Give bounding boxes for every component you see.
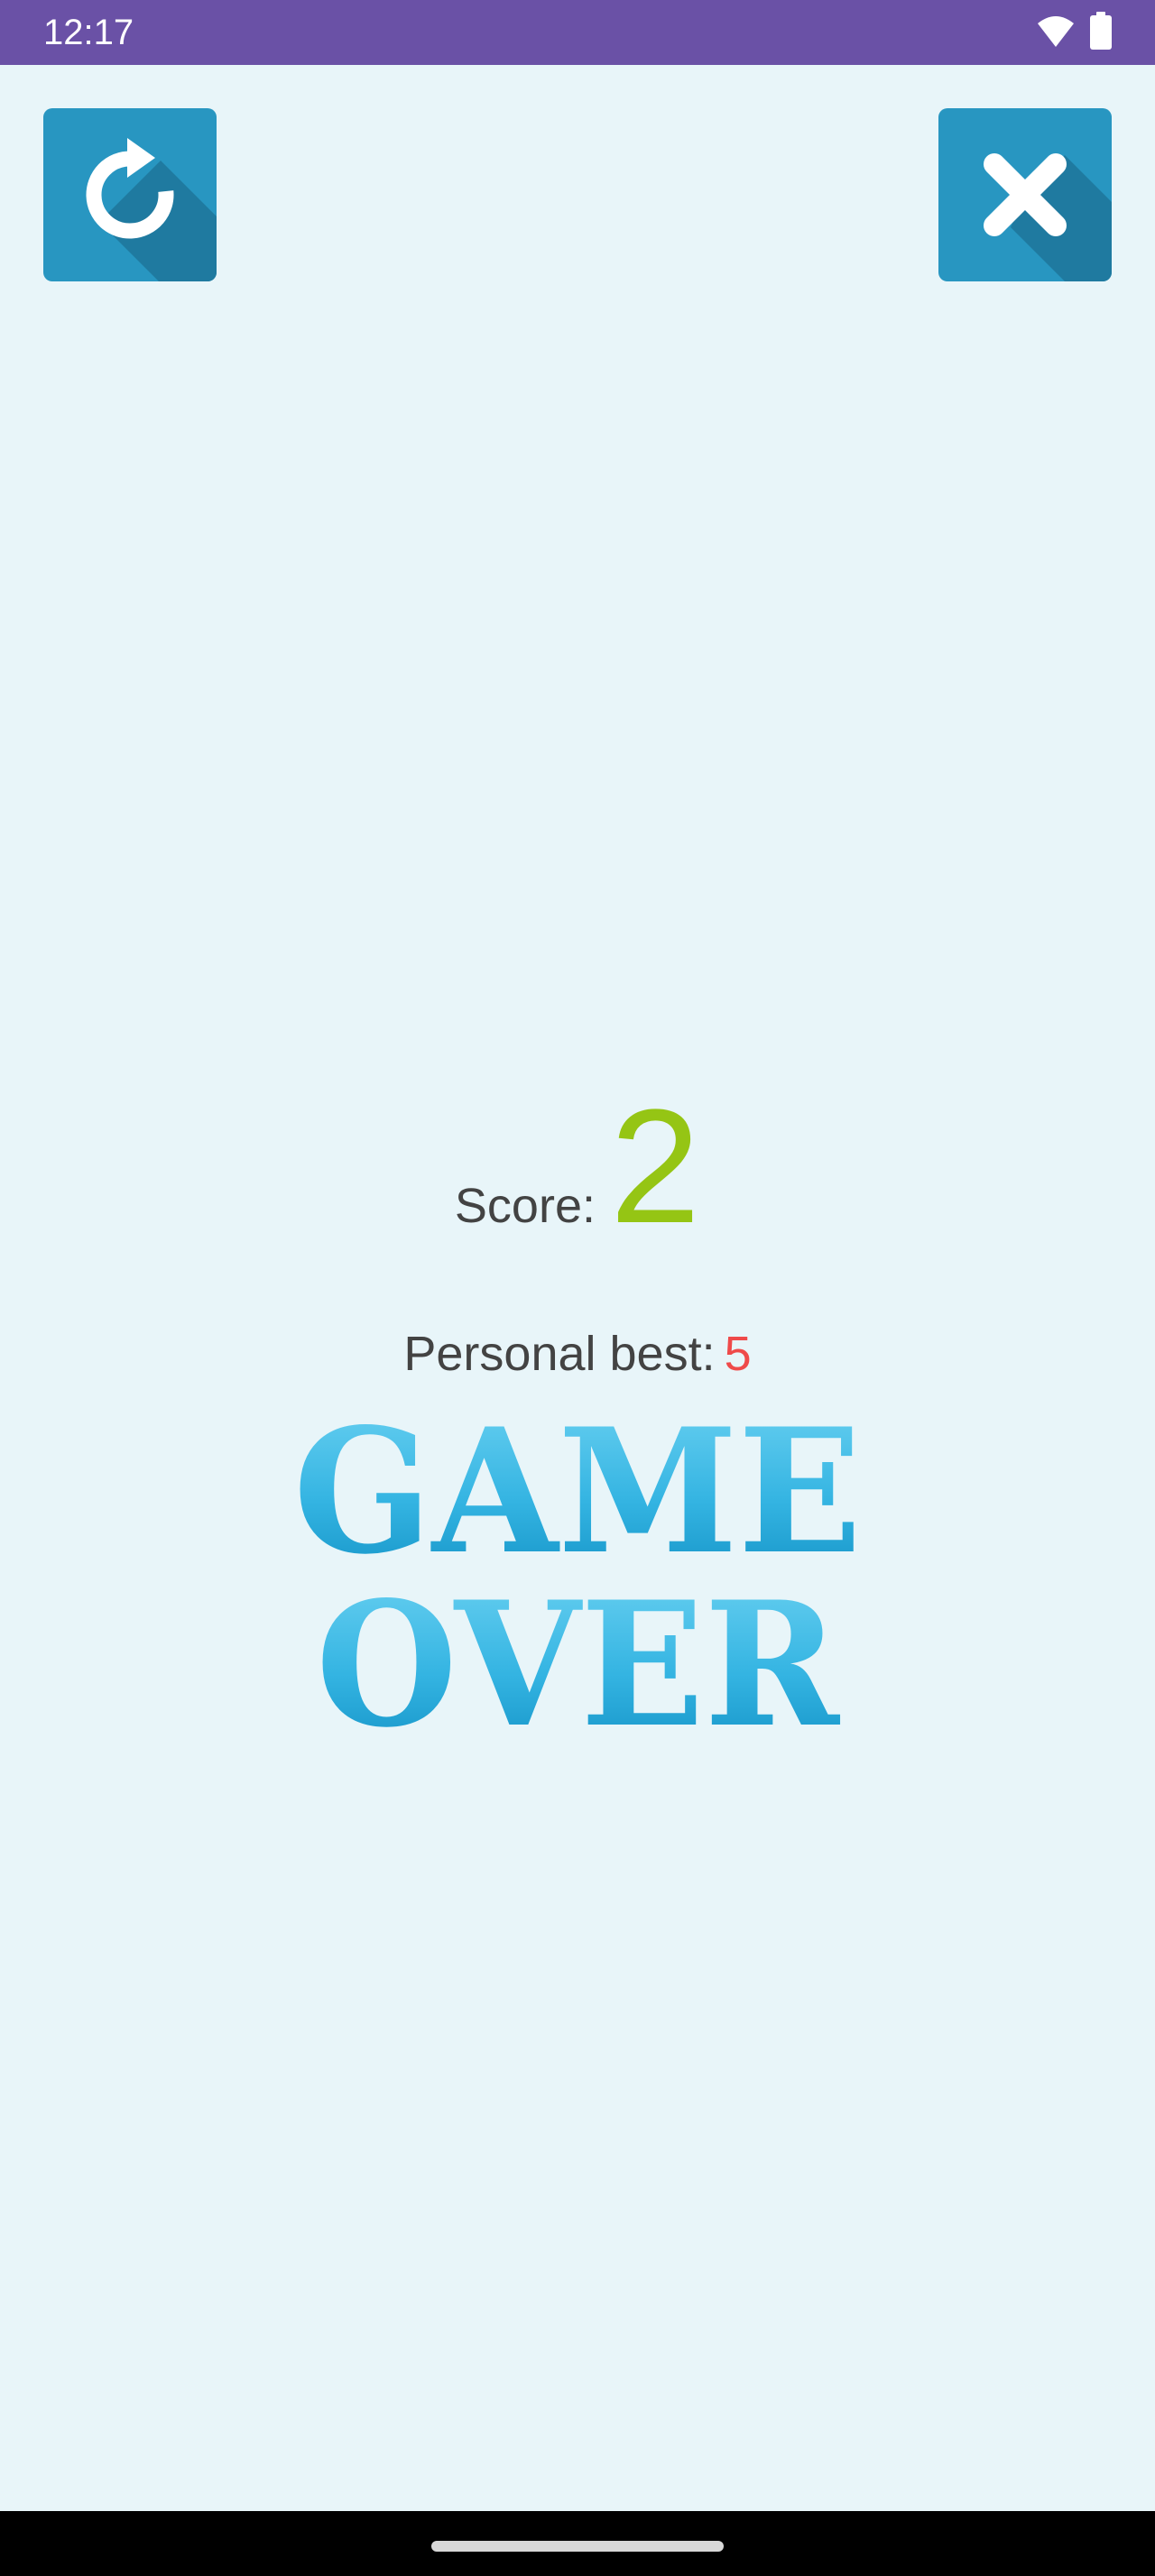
status-time: 12:17: [43, 13, 134, 52]
wifi-icon: [1036, 13, 1076, 53]
restart-icon: [86, 138, 217, 281]
close-icon: [984, 153, 1112, 281]
score-line: Score:2: [0, 1073, 1155, 1260]
close-button[interactable]: [938, 108, 1112, 281]
score-label: Score:: [454, 1179, 596, 1233]
home-indicator[interactable]: [431, 2541, 724, 2552]
game-over-screen: Score:2 Personal best: 5 GAME OVER: [0, 65, 1155, 2511]
personal-best-value: 5: [724, 1327, 752, 1381]
battery-icon: [1090, 11, 1112, 54]
game-over-title: GAME OVER: [293, 1398, 862, 1759]
game-over-line1: GAME: [293, 1398, 862, 1592]
status-icons: [1036, 11, 1112, 54]
status-bar: 12:17: [0, 0, 1155, 65]
personal-best-line: Personal best: 5: [0, 1326, 1155, 1382]
restart-button[interactable]: [43, 108, 217, 281]
game-over-line2: OVER: [316, 1564, 841, 1759]
personal-best-label: Personal best:: [403, 1327, 716, 1381]
score-value: 2: [609, 1076, 701, 1257]
